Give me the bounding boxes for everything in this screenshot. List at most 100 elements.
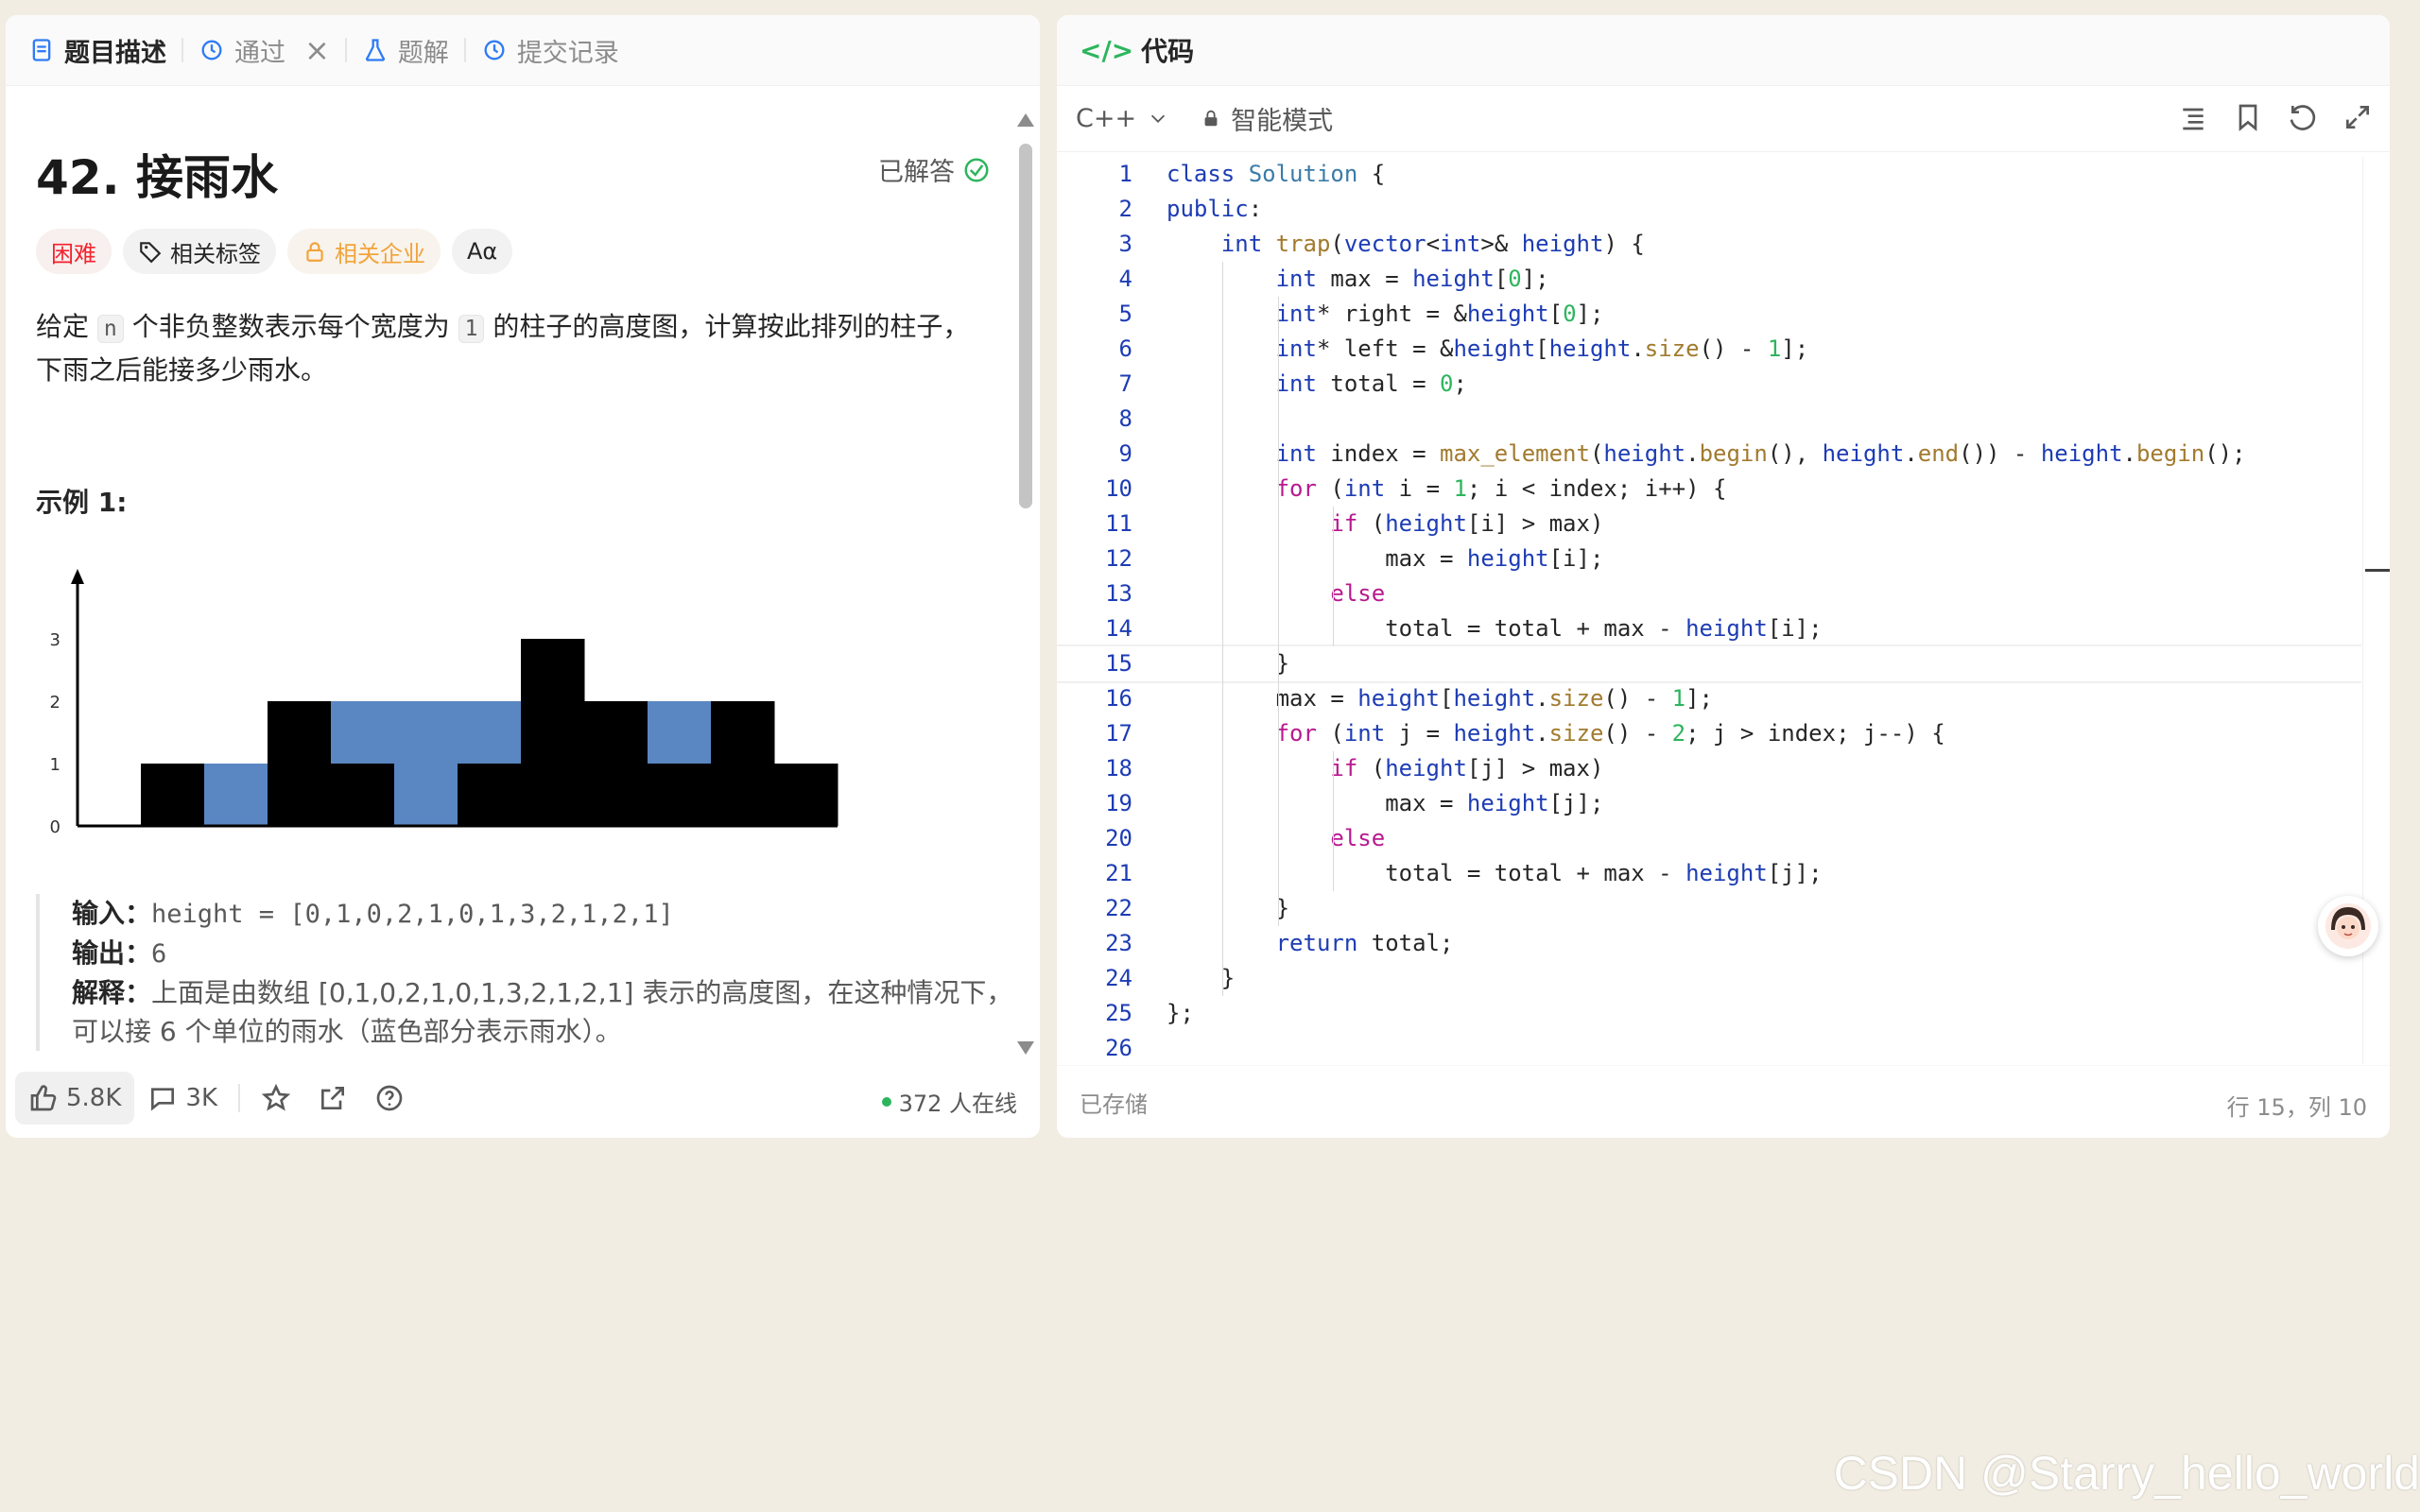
line-number: 11 xyxy=(1105,510,1132,537)
code-text: int total = 0; xyxy=(1275,370,1467,397)
y-tick-label: 3 xyxy=(50,630,60,650)
line-number: 2 xyxy=(1118,196,1132,222)
code-line[interactable]: 25}; xyxy=(1057,996,2361,1031)
desc-text: 给定 xyxy=(36,311,90,342)
example-input: 输入：height = [0,1,0,2,1,0,1,3,2,1,2,1] xyxy=(72,894,1017,934)
related-tags-button[interactable]: 相关标签 xyxy=(123,229,276,274)
comments-button[interactable]: 3K xyxy=(134,1072,231,1125)
code-line[interactable]: 4 int max = height[0]; xyxy=(1057,262,2361,297)
code-line[interactable]: 7 int total = 0; xyxy=(1057,367,2361,402)
question-circle-icon xyxy=(376,1085,403,1111)
code-line[interactable]: 2 public: xyxy=(1057,192,2361,227)
code-line[interactable]: 24 } xyxy=(1057,961,2361,996)
language-select[interactable]: C++ xyxy=(1076,104,1168,133)
assistant-avatar-button[interactable] xyxy=(2318,896,2378,956)
line-number: 19 xyxy=(1105,790,1132,816)
scroll-up-arrow[interactable] xyxy=(1017,113,1034,127)
favorite-button[interactable] xyxy=(248,1072,304,1125)
code-line[interactable]: 5 int* right = &height[0]; xyxy=(1057,297,2361,332)
format-icon[interactable] xyxy=(2178,102,2208,132)
tab-accepted[interactable]: 通过 × xyxy=(183,32,345,69)
tab-solutions[interactable]: 题解 xyxy=(347,32,464,69)
inline-code: 1 xyxy=(458,315,485,343)
code-line[interactable]: 9 int index = max_element(height.begin()… xyxy=(1057,437,2361,472)
elevation-bar xyxy=(458,764,522,826)
code-text: max = height[i]; xyxy=(1167,545,1604,572)
tab-label: 题目描述 xyxy=(64,38,166,68)
tag-row: 困难 相关标签 相关企业 Aα xyxy=(36,229,513,274)
mode-label: 智能模式 xyxy=(1231,106,1334,136)
thumbs-up-icon xyxy=(30,1085,57,1111)
lock-icon xyxy=(306,242,323,262)
like-button[interactable]: 5.8K xyxy=(15,1072,135,1125)
smart-mode-toggle[interactable]: 智能模式 xyxy=(1201,100,1333,137)
tag-icon xyxy=(140,242,162,264)
like-count: 5.8K xyxy=(66,1084,122,1112)
scroll-down-arrow[interactable] xyxy=(1017,1041,1034,1055)
code-line[interactable]: 1 class Solution { xyxy=(1057,157,2361,192)
code-line[interactable]: 21 total = total + max - height[j]; xyxy=(1057,856,2361,891)
code-line[interactable]: 16 max = height[height.size() - 1]; xyxy=(1057,681,2361,716)
line-number: 8 xyxy=(1118,405,1132,432)
tab-description[interactable]: 题目描述 xyxy=(28,32,182,69)
line-number: 18 xyxy=(1105,755,1132,782)
line-number: 9 xyxy=(1118,440,1132,467)
code-text: int max = height[0]; xyxy=(1275,266,1549,292)
reset-icon[interactable] xyxy=(2288,102,2318,132)
close-icon[interactable]: × xyxy=(304,32,330,68)
help-button[interactable] xyxy=(361,1072,418,1125)
solved-label: 已解答 xyxy=(878,158,955,187)
save-status: 已存储 xyxy=(1080,1091,1148,1118)
line-number: 25 xyxy=(1105,1000,1132,1026)
code-line[interactable]: 18 if (height[j] > max) xyxy=(1057,751,2361,786)
code-text: if (height[j] > max) xyxy=(1330,755,1604,782)
online-label: 372 人在线 xyxy=(898,1091,1017,1117)
code-text: return total; xyxy=(1275,930,1454,956)
editor-statusbar: 已存储 行 15，列 10 xyxy=(1057,1065,2390,1138)
input-label: 输入： xyxy=(72,898,152,929)
code-text: int trap(vector<int>& height) { xyxy=(1220,231,1645,257)
code-panel: </> 代码 C++ 智能模式 1 class Solution {2 public… xyxy=(1057,15,2390,1138)
code-line[interactable]: 26 xyxy=(1057,1031,2361,1064)
code-line[interactable]: 22 } xyxy=(1057,891,2361,926)
explanation-text: 上面是由数组 [0,1,0,2,1,0,1,3,2,1,2,1] 表示的高度图，… xyxy=(72,977,1013,1047)
language-value: C++ xyxy=(1076,103,1137,133)
problem-panel: 题目描述 通过 × 题解 提交记录 42. 接雨水 已解答 困难 相关标签 相关… xyxy=(6,15,1040,1138)
indent-guide xyxy=(1333,751,1334,891)
font-toggle-button[interactable]: Aα xyxy=(452,229,513,274)
code-line[interactable]: 6 int* left = &height[height.size() - 1]… xyxy=(1057,332,2361,367)
code-line[interactable]: 19 max = height[j]; xyxy=(1057,786,2361,821)
tab-code[interactable]: </> 代码 xyxy=(1080,31,1209,69)
bookmark-icon[interactable] xyxy=(2233,102,2263,132)
vertical-scrollbar[interactable] xyxy=(1017,110,1034,1055)
code-line[interactable]: 13 else xyxy=(1057,576,2361,611)
code-line[interactable]: 17 for (int j = height.size() - 2; j > i… xyxy=(1057,716,2361,751)
related-companies-button[interactable]: 相关企业 xyxy=(287,229,441,274)
water-bar xyxy=(648,701,712,764)
code-line[interactable]: 8 xyxy=(1057,402,2361,437)
code-line[interactable]: 10 for (int i = 1; i < index; i++) { xyxy=(1057,472,2361,507)
code-line[interactable]: 15 } xyxy=(1057,644,2361,683)
tab-submissions[interactable]: 提交记录 xyxy=(466,32,634,69)
problem-footer: 5.8K 3K 372 人在线 xyxy=(6,1058,1040,1138)
code-text: for (int j = height.size() - 2; j > inde… xyxy=(1275,720,1945,747)
code-line[interactable]: 14 total = total + max - height[i]; xyxy=(1057,611,2361,646)
code-editor[interactable]: 1 class Solution {2 public: 3 int trap(vect… xyxy=(1057,157,2361,1064)
code-line[interactable]: 23 return total; xyxy=(1057,926,2361,961)
share-button[interactable] xyxy=(304,1072,361,1125)
code-line[interactable]: 12 max = height[i]; xyxy=(1057,541,2361,576)
online-count: 372 人在线 xyxy=(881,1085,1017,1118)
scroll-thumb[interactable] xyxy=(1019,144,1032,508)
problem-content[interactable]: 42. 接雨水 已解答 困难 相关标签 相关企业 Aα 给定 n 个非负整数表示… xyxy=(6,85,1017,1058)
code-line[interactable]: 3 int trap(vector<int>& height) { xyxy=(1057,227,2361,262)
line-number: 3 xyxy=(1118,231,1132,257)
elevation-bar xyxy=(648,764,712,826)
code-icon: </> xyxy=(1080,34,1134,66)
code-line[interactable]: 20 else xyxy=(1057,821,2361,856)
fullscreen-icon[interactable] xyxy=(2342,102,2373,132)
code-text: } xyxy=(1167,965,1236,991)
problem-description: 给定 n 个非负整数表示每个宽度为 1 的柱子的高度图，计算按此排列的柱子，下雨… xyxy=(36,306,972,391)
line-number: 26 xyxy=(1105,1035,1132,1061)
code-line[interactable]: 11 if (height[i] > max) xyxy=(1057,507,2361,541)
line-number: 5 xyxy=(1118,301,1132,327)
